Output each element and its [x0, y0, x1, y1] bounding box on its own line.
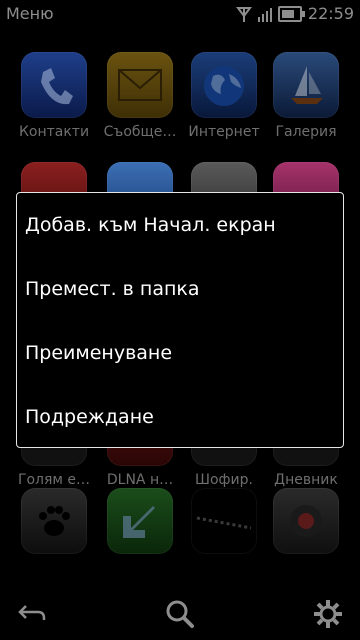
app-label: Дневник [274, 472, 338, 488]
app-internet[interactable]: Интернет [181, 52, 267, 140]
menu-item-rename[interactable]: Преименуване [17, 321, 343, 385]
app-row4-3[interactable] [181, 488, 267, 554]
app-label: Съобще… [103, 124, 177, 140]
app-messaging[interactable]: Съобще… [97, 52, 183, 140]
context-menu: Добав. към Начал. екран Премест. в папка… [16, 192, 344, 448]
app-label: Шофир. [195, 472, 253, 488]
back-icon[interactable] [14, 596, 50, 632]
app-row4-4[interactable] [263, 488, 349, 554]
app-gallery[interactable]: Галерия [263, 52, 349, 140]
app-contacts[interactable]: Контакти [11, 52, 97, 140]
envelope-icon [107, 52, 173, 118]
sailboat-icon [273, 52, 339, 118]
record-icon [273, 488, 339, 554]
menu-item-add-to-home[interactable]: Добав. към Начал. екран [17, 193, 343, 257]
bottom-toolbar [0, 590, 360, 640]
menu-item-arrange[interactable]: Подреждане [17, 385, 343, 449]
app-label: Голям е… [17, 472, 91, 488]
app-label: DLNA н… [106, 472, 174, 488]
phone-icon [21, 52, 87, 118]
app-row4-1[interactable] [11, 488, 97, 554]
globe-icon [191, 52, 257, 118]
app-label: Галерия [275, 124, 337, 140]
search-icon[interactable] [162, 596, 198, 632]
menu-item-move-to-folder[interactable]: Премест. в папка [17, 257, 343, 321]
arrow-icon [107, 488, 173, 554]
settings-icon[interactable] [310, 596, 346, 632]
app-row4-2[interactable] [97, 488, 183, 554]
app-icon [191, 488, 257, 554]
app-label: Интернет [188, 124, 260, 140]
paw-icon [21, 488, 87, 554]
app-label: Контакти [18, 124, 90, 140]
